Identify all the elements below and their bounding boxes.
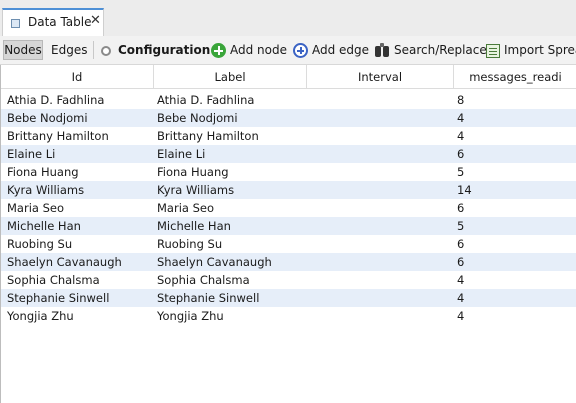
cell-messages: 8 [457,93,465,107]
cell-id: Elaine Li [7,147,56,161]
data-table: Id Label Interval messages_readi Athia D… [0,65,576,403]
table-row[interactable]: Brittany Hamilton Brittany Hamilton 4 [1,127,576,145]
cell-id: Fiona Huang [7,165,79,179]
table-row[interactable]: Yongjia Zhu Yongjia Zhu 4 [1,307,576,325]
search-replace-label: Search/Replace [394,43,487,57]
table-icon [11,19,20,28]
column-header-id[interactable]: Id [1,65,154,89]
table-row[interactable]: Maria Seo Maria Seo 6 [1,199,576,217]
cell-label: Michelle Han [157,219,231,233]
cell-id: Bebe Nodjomi [7,111,88,125]
cell-label: Brittany Hamilton [157,129,259,143]
cell-messages: 4 [457,129,465,143]
tab-label: Data Table [28,15,92,29]
edges-tab-button[interactable]: Edges [51,40,87,60]
close-icon[interactable]: ✕ [90,13,101,28]
table-header: Id Label Interval messages_readi [1,65,576,89]
gear-icon [101,45,111,56]
cell-id: Ruobing Su [7,237,73,251]
table-row[interactable]: Bebe Nodjomi Bebe Nodjomi 4 [1,109,576,127]
table-row[interactable]: Shaelyn Cavanaugh Shaelyn Cavanaugh 6 [1,253,576,271]
cell-messages: 6 [457,147,465,161]
binoculars-icon [375,43,390,58]
cell-id: Michelle Han [7,219,81,233]
table-row[interactable]: Michelle Han Michelle Han 5 [1,217,576,235]
table-row[interactable]: Ruobing Su Ruobing Su 6 [1,235,576,253]
table-row[interactable]: Elaine Li Elaine Li 6 [1,145,576,163]
cell-id: Athia D. Fadhlina [7,93,105,107]
cell-id: Yongjia Zhu [7,309,74,323]
import-spreadsheet-button[interactable]: Import Spread [486,40,576,60]
cell-label: Stephanie Sinwell [157,291,260,305]
cell-label: Yongjia Zhu [157,309,224,323]
cell-id: Brittany Hamilton [7,129,109,143]
cell-id: Stephanie Sinwell [7,291,110,305]
cell-label: Bebe Nodjomi [157,111,238,125]
cell-id: Sophia Chalsma [7,273,100,287]
tab-data-table[interactable]: Data Table ✕ [2,8,104,36]
cell-messages: 14 [457,183,472,197]
cell-messages: 5 [457,219,465,233]
search-replace-button[interactable]: Search/Replace [375,40,487,60]
tab-bar: Data Table ✕ [0,0,576,36]
column-header-interval[interactable]: Interval [307,65,454,89]
column-header-label[interactable]: Label [154,65,307,89]
add-edge-button[interactable]: Add edge [293,40,369,60]
import-label: Import Spread [504,43,576,57]
column-header-messages[interactable]: messages_readi [454,65,576,89]
add-edge-icon [293,43,308,58]
cell-label: Maria Seo [157,201,215,215]
cell-label: Sophia Chalsma [157,273,250,287]
cell-messages: 4 [457,309,465,323]
toolbar: Nodes Edges Configuration Add node Add e… [0,36,576,65]
table-row[interactable]: Kyra Williams Kyra Williams 14 [1,181,576,199]
cell-label: Ruobing Su [157,237,223,251]
cell-id: Shaelyn Cavanaugh [7,255,122,269]
cell-messages: 6 [457,255,465,269]
cell-label: Fiona Huang [157,165,229,179]
cell-messages: 4 [457,291,465,305]
cell-id: Kyra Williams [7,183,85,197]
table-row[interactable]: Fiona Huang Fiona Huang 5 [1,163,576,181]
table-row[interactable]: Stephanie Sinwell Stephanie Sinwell 4 [1,289,576,307]
toolbar-separator [93,41,94,59]
cell-messages: 4 [457,111,465,125]
add-node-icon [211,43,226,58]
cell-messages: 6 [457,201,465,215]
add-node-label: Add node [230,43,287,57]
spreadsheet-icon [486,43,500,58]
configuration-label: Configuration [118,43,211,57]
cell-messages: 4 [457,273,465,287]
cell-messages: 6 [457,237,465,251]
cell-messages: 5 [457,165,465,179]
table-row[interactable]: Sophia Chalsma Sophia Chalsma 4 [1,271,576,289]
cell-label: Kyra Williams [157,183,235,197]
nodes-tab-button[interactable]: Nodes [3,40,43,60]
cell-label: Elaine Li [157,147,206,161]
table-row[interactable]: Athia D. Fadhlina Athia D. Fadhlina 8 [1,91,576,109]
cell-label: Shaelyn Cavanaugh [157,255,272,269]
cell-label: Athia D. Fadhlina [157,93,255,107]
add-edge-label: Add edge [312,43,370,57]
configuration-button[interactable]: Configuration [101,40,210,60]
cell-id: Maria Seo [7,201,65,215]
add-node-button[interactable]: Add node [211,40,287,60]
